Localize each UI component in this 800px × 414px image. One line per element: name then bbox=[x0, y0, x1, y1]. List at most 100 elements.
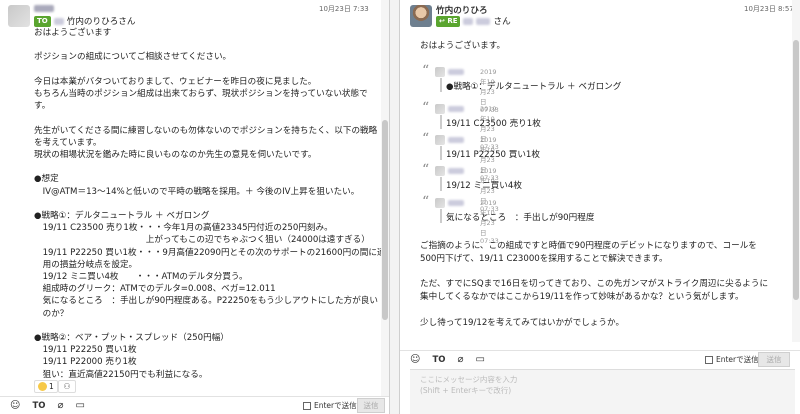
closing-line: 集中してくるなかではここから19/11を作って妙味があるかな？という気がします。 bbox=[420, 292, 744, 303]
smile-reaction-icon bbox=[38, 382, 47, 391]
enter-send-option[interactable]: Enterで送信 bbox=[705, 354, 759, 365]
attach-icon[interactable]: ⌀ bbox=[457, 354, 463, 365]
right-scrollbar[interactable] bbox=[792, 0, 800, 342]
message-timestamp: 10月23日 7:33 bbox=[319, 5, 369, 13]
users-icon: ⚇ bbox=[63, 382, 71, 391]
reply-badge-label: RE bbox=[447, 16, 458, 25]
enter-send-label: Enterで送信 bbox=[716, 355, 759, 364]
body-line: 先生がいてくださる間に練習しないのも勿体ないのでポジションを持ちたく、以下の戦略 bbox=[34, 125, 378, 136]
body-line: ●戦略①：デルタニュートラル ＋ ベガロング bbox=[34, 211, 210, 221]
sender-avatar-photo[interactable] bbox=[410, 5, 432, 27]
right-scroll-thumb[interactable] bbox=[793, 40, 799, 300]
quote-mark-icon: “ bbox=[422, 131, 430, 147]
quote-text: 気になるところ ：手出しが90円程度 bbox=[446, 213, 595, 223]
quote-author-blurred bbox=[448, 168, 464, 174]
reply-line: ↩ RE さん bbox=[436, 15, 511, 27]
body-line: ポジションの組成についてご相談させてください。 bbox=[34, 52, 232, 63]
quote-bar bbox=[440, 115, 442, 129]
closing-line: 500円下げて、19/11 C23000を採用することで解決できます。 bbox=[420, 253, 668, 264]
to-button[interactable]: TO bbox=[432, 355, 445, 365]
body-line: おはようございます bbox=[34, 28, 112, 38]
quote-avatar bbox=[435, 198, 445, 208]
emoji-icon[interactable]: ☺ bbox=[410, 354, 420, 365]
body-line: 上がってもこの辺でちゃぶつく狙い（24000は遠すぎる） bbox=[34, 235, 370, 246]
quote-mark-icon: “ bbox=[422, 162, 430, 178]
pane-divider[interactable] bbox=[389, 0, 400, 414]
reply-arrow-icon: ↩ bbox=[439, 16, 445, 25]
body-line: 組成時のグリーク：ATMでのデルタ=0.008、ベガ=12.011 bbox=[34, 284, 276, 295]
enter-send-checkbox[interactable] bbox=[705, 355, 713, 364]
body-line: ●想定 bbox=[34, 174, 59, 185]
body-line: す。 bbox=[34, 101, 51, 112]
emoji-icon[interactable]: ☺ bbox=[10, 400, 20, 411]
enter-send-checkbox[interactable] bbox=[303, 401, 311, 410]
body-line: 19/11 P22250 買い1枚 bbox=[34, 345, 137, 356]
body-line: 19/11 C23500 売り1枚・・・今年1月の高値23345円付近の250円… bbox=[34, 223, 333, 234]
quote-author-blurred bbox=[448, 137, 464, 143]
body-line: 用の損益分岐点を設定。 bbox=[34, 259, 138, 270]
quote-bar bbox=[440, 146, 442, 160]
right-chat-pane: 竹内のりひろ ↩ RE さん 10月23日 8:57 おはようございます。 “2… bbox=[400, 0, 800, 414]
quote-text: ●戦略①：デルタニュートラル ＋ ベガロング bbox=[446, 82, 622, 92]
closing-line: ご指摘のように、この組成ですと時価で90円程度のデビットになりますので、コールを bbox=[420, 241, 757, 251]
reply-avatar-mini bbox=[463, 17, 474, 25]
quote-author-blurred bbox=[448, 106, 464, 112]
send-button[interactable]: 送信 bbox=[357, 398, 385, 413]
closing-line: ただ、すでにSQまで16日を切ってきており、この先ガンマがストライク周辺に尖るよ… bbox=[420, 279, 769, 290]
video-icon[interactable]: ▭ bbox=[76, 400, 85, 411]
input-placeholder-line1: ここにメッセージ内容を入力 bbox=[420, 375, 518, 384]
closing-line: 少し待って19/12を考えてみてはいかがでしょうか。 bbox=[420, 317, 625, 328]
sender-name-blurred bbox=[34, 4, 54, 14]
body-line: 今日は本業がバタついておりまして、ウェビナーを昨日の夜に見ました。 bbox=[34, 76, 317, 87]
quote-text: 19/11 P22250 買い1枚 bbox=[446, 150, 540, 160]
enter-send-option[interactable]: Enterで送信 bbox=[303, 400, 357, 411]
attach-icon[interactable]: ⌀ bbox=[57, 400, 63, 411]
body-line: のか？ bbox=[34, 308, 69, 319]
body-line: 現状の相場状況を鑑みた時に良いものなのか先生の意見を伺いたいです。 bbox=[34, 150, 317, 160]
body-line: ●戦略②：ベア・プット・スプレッド（250円幅） bbox=[34, 333, 229, 343]
quote-mark-icon: “ bbox=[422, 63, 430, 79]
body-line: 19/11 P22250 買い1枚・・・9月高値22090円とその次のサポートの… bbox=[34, 247, 386, 258]
greeting-text: おはようございます。 bbox=[420, 41, 506, 51]
to-recipient: 竹内のりひろさん bbox=[66, 17, 136, 27]
quote-avatar bbox=[435, 104, 445, 114]
to-avatar-mini bbox=[53, 17, 64, 25]
quote-bar bbox=[440, 78, 442, 92]
body-line: 19/12 ミニ買い4枚 ・・・ATMのデルタ分買う。 bbox=[34, 272, 248, 282]
reaction-button[interactable]: 1 bbox=[34, 380, 58, 393]
body-line: 気になるところ ：手出しが90円程度ある。P22250をもう少しアウトにした方が… bbox=[34, 296, 378, 307]
to-badge: TO bbox=[34, 15, 51, 27]
sender-avatar[interactable] bbox=[8, 5, 30, 27]
to-button[interactable]: TO bbox=[32, 401, 45, 411]
input-placeholder-line2: (Shift + Enterキーで改行) bbox=[420, 386, 512, 395]
left-chat-pane: TO 竹内のりひろさん 10月23日 7:33 おはようございますポジションの組… bbox=[0, 0, 389, 414]
left-scrollbar[interactable] bbox=[381, 0, 389, 398]
quote-text: 19/11 C23500 売り1枚 bbox=[446, 119, 541, 129]
body-line: を考えています。 bbox=[34, 137, 102, 148]
reply-badge: ↩ RE bbox=[436, 15, 461, 27]
left-scroll-thumb[interactable] bbox=[382, 120, 388, 320]
quote-text: 19/12 ミニ買い4枚 bbox=[446, 181, 522, 191]
body-line: もちろん当時のポジション組成は出来ておらず、現状ポジションを持っていない状態で bbox=[34, 89, 368, 99]
add-reaction-button[interactable]: ⚇ bbox=[58, 380, 76, 393]
quote-mark-icon: “ bbox=[422, 194, 430, 210]
quote-avatar bbox=[435, 135, 445, 145]
quote-avatar bbox=[435, 166, 445, 176]
message-timestamp: 10月23日 8:57 bbox=[744, 5, 794, 13]
quote-bar bbox=[440, 209, 442, 223]
reply-name-blurred bbox=[476, 17, 491, 25]
quote-bar bbox=[440, 177, 442, 191]
reply-suffix: さん bbox=[493, 17, 511, 27]
to-line: TO 竹内のりひろさん bbox=[34, 15, 136, 27]
message-input[interactable]: ここにメッセージ内容を入力 (Shift + Enterキーで改行) bbox=[410, 369, 795, 414]
enter-send-label: Enterで送信 bbox=[314, 401, 357, 410]
reaction-count: 1 bbox=[49, 382, 54, 391]
body-line: 19/11 P22000 売り1枚 bbox=[34, 357, 137, 368]
quote-author-blurred bbox=[448, 200, 464, 206]
video-icon[interactable]: ▭ bbox=[476, 354, 485, 365]
send-button[interactable]: 送信 bbox=[758, 352, 790, 367]
body-line: IV@ATM＝13〜14%と低いので平時の戦略を採用。＋ 今後のIV上昇を狙いた… bbox=[34, 186, 360, 197]
quote-avatar bbox=[435, 67, 445, 77]
quote-author-blurred bbox=[448, 69, 464, 75]
quote-mark-icon: “ bbox=[422, 100, 430, 116]
